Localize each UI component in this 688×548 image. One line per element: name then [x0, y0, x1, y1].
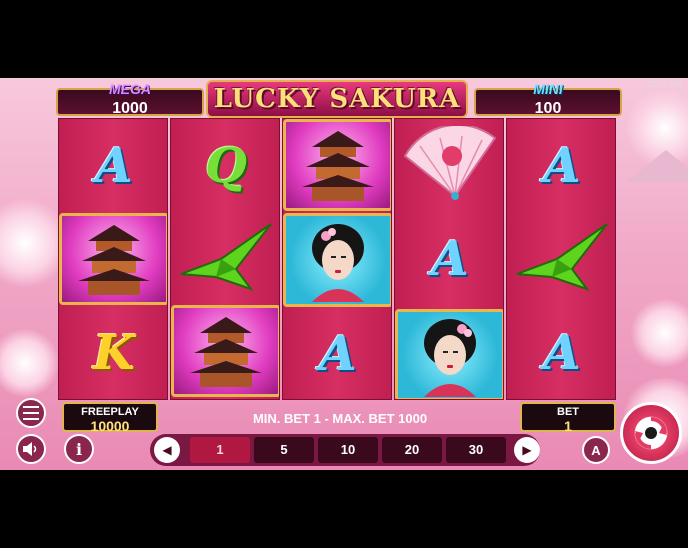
symbol-a: A	[507, 305, 615, 399]
symbol-geisha	[283, 213, 391, 307]
pagoda-icon	[190, 317, 262, 387]
spin-button[interactable]	[620, 402, 682, 464]
symbol-k: K	[59, 305, 167, 399]
symbol-pagoda	[59, 213, 167, 305]
freeplay-value: 10000	[90, 418, 130, 434]
folding-fan-icon	[403, 126, 497, 200]
symbol-a: A	[283, 307, 391, 399]
reel-grid: A K Q A A A A	[58, 118, 616, 400]
mini-label: MINI	[533, 81, 563, 97]
bet-option[interactable]: 20	[382, 437, 442, 463]
freeplay-display: FREEPLAY 10000	[62, 402, 158, 434]
menu-icon	[23, 406, 39, 420]
reel-4: A	[394, 118, 504, 400]
mega-label: MEGA	[109, 81, 151, 97]
mini-value: 100	[534, 100, 562, 117]
bet-option[interactable]: 5	[254, 437, 314, 463]
reel-3: A	[282, 118, 392, 400]
cherry-blossom-decor	[0, 328, 60, 398]
bet-option[interactable]: 30	[446, 437, 506, 463]
symbol-letter: K	[93, 325, 135, 381]
paper-crane-icon	[516, 223, 608, 291]
bet-value: 1	[564, 418, 572, 434]
geisha-icon	[312, 224, 364, 302]
symbol-letter: A	[319, 326, 357, 382]
paper-crane-icon	[180, 223, 272, 291]
symbol-pagoda	[171, 305, 279, 397]
bet-option[interactable]: 10	[318, 437, 378, 463]
pagoda-icon	[302, 131, 374, 201]
mountain-decor	[626, 150, 688, 182]
symbol-letter: A	[543, 325, 581, 381]
chevron-right-icon: ▶	[522, 443, 532, 457]
reel-2: Q	[170, 118, 280, 400]
autoplay-icon: A	[591, 442, 601, 458]
pagoda-icon	[78, 225, 150, 295]
reel-5: A A	[506, 118, 616, 400]
mini-jackpot-panel: MINI 100	[474, 82, 622, 117]
symbol-geisha	[395, 309, 503, 399]
chevron-left-icon: ◀	[162, 443, 172, 457]
bet-display: BET 1	[520, 402, 616, 434]
mega-value: 1000	[112, 100, 148, 117]
symbol-a: A	[507, 119, 615, 213]
symbol-pagoda	[283, 119, 391, 211]
symbol-crane	[171, 213, 279, 305]
symbol-q: Q	[171, 119, 279, 213]
bet-prev-button[interactable]: ◀	[154, 437, 180, 463]
freeplay-label: FREEPLAY	[81, 406, 139, 418]
bet-next-button[interactable]: ▶	[514, 437, 540, 463]
bet-option[interactable]: 1	[190, 437, 250, 463]
mega-jackpot-panel: MEGA 1000	[56, 82, 204, 117]
menu-button[interactable]	[16, 398, 46, 428]
symbol-crane	[507, 213, 615, 305]
symbol-a: A	[59, 119, 167, 213]
cherry-blossom-decor	[630, 298, 688, 368]
info-button[interactable]: i	[64, 434, 94, 464]
sound-icon	[23, 442, 37, 456]
info-icon: i	[75, 439, 83, 459]
clock: 12:15 PM	[647, 80, 682, 89]
symbol-a: A	[395, 213, 503, 305]
symbol-letter: A	[431, 231, 469, 287]
bet-label: BET	[557, 406, 579, 418]
symbol-fan	[395, 119, 503, 213]
game-title: LUCKY SAKURA	[206, 80, 468, 118]
bet-limits: MIN. BET 1 - MAX. BET 1000	[252, 411, 428, 426]
symbol-letter: Q	[205, 138, 247, 194]
sound-button[interactable]	[16, 434, 46, 464]
symbol-letter: A	[543, 138, 581, 194]
symbol-letter: A	[95, 138, 133, 194]
autoplay-button[interactable]: A	[582, 436, 610, 464]
spin-icon	[635, 417, 667, 449]
geisha-icon	[424, 319, 476, 397]
reel-1: A K	[58, 118, 168, 400]
